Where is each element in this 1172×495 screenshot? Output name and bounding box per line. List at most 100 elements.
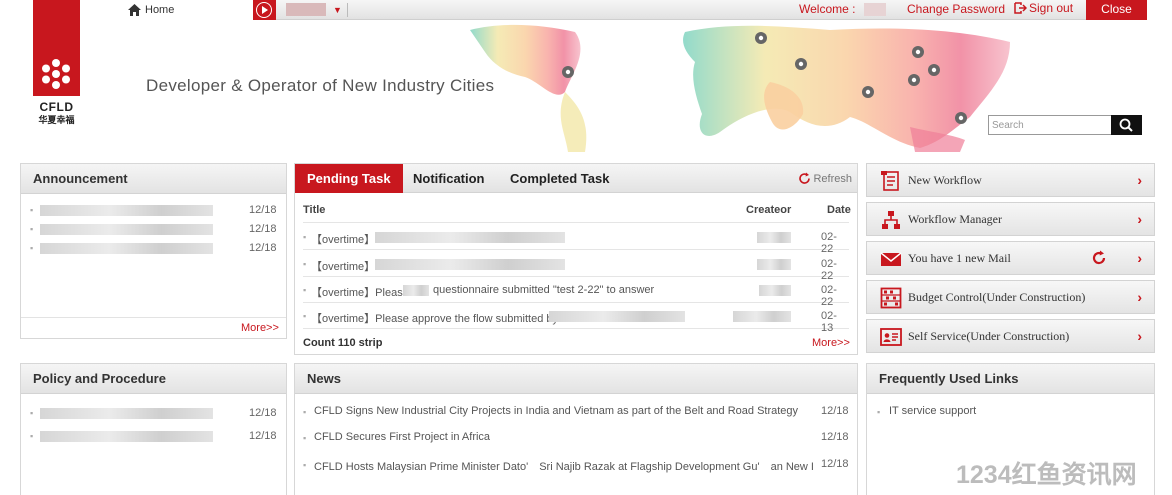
chevron-right-icon: › (1137, 289, 1142, 305)
news-headline: CFLD Secures First Project in Africa (314, 431, 491, 443)
menu-label: Budget Control(Under Construction) (908, 290, 1086, 304)
refresh-icon[interactable] (1091, 250, 1107, 266)
portal-page: CFLD 华夏幸福 Home Developer & Operator of N… (0, 0, 1172, 495)
task-title: 【overtime】Please (311, 287, 409, 299)
redacted-creator (757, 259, 791, 270)
logo-subtext: 华夏幸福 (38, 115, 75, 125)
close-button[interactable]: Close (1086, 0, 1147, 20)
budget-control-button[interactable]: Budget Control(Under Construction) › (866, 280, 1155, 314)
redacted-text (40, 205, 213, 216)
welcome-label: Welcome : (799, 2, 856, 16)
panel-divider (21, 317, 286, 318)
redacted-text (40, 408, 213, 419)
table-row[interactable]: ▪ 【overtime】Please questionnaire submitt… (303, 277, 849, 308)
redacted-creator (759, 285, 791, 296)
announcement-panel: Announcement ▪ 12/18 ▪ 12/18 ▪ 12/18 Mor… (20, 163, 287, 339)
chevron-right-icon: › (1137, 328, 1142, 344)
redacted-username (864, 3, 886, 16)
column-header-date: Date (827, 204, 851, 216)
refresh-label: Refresh (813, 172, 852, 185)
task-title: 【overtime】 (311, 261, 376, 273)
redacted-text (40, 431, 213, 442)
redacted-text (40, 224, 213, 235)
sign-out-label: Sign out (1029, 1, 1074, 15)
news-date: 12/18 (821, 458, 849, 470)
workflow-manager-button[interactable]: Workflow Manager › (866, 202, 1155, 236)
top-bar (253, 0, 1147, 20)
redacted-text (375, 232, 565, 243)
news-panel: News ▪ CFLD Signs New Industrial City Pr… (294, 363, 858, 495)
org-chart-icon (882, 211, 900, 229)
task-title-suffix: questionnaire submitted "test 2-22" to a… (433, 284, 655, 296)
task-more-link[interactable]: More>> (812, 337, 850, 349)
link-label: IT service support (889, 405, 977, 417)
table-row[interactable]: ▪ 【overtime】Please approve the flow subm… (303, 303, 849, 334)
menu-label: You have 1 new Mail (908, 251, 1011, 265)
menu-label: New Workflow (908, 173, 982, 187)
sign-out-icon (1014, 2, 1027, 14)
task-panel: Pending Task Notification Completed Task… (294, 163, 858, 355)
table-header-divider (303, 222, 849, 223)
new-mail-button[interactable]: You have 1 new Mail › (866, 241, 1155, 275)
news-date: 12/18 (821, 431, 849, 443)
logo-flower-icon (42, 59, 70, 89)
world-map-illustration (470, 24, 1010, 152)
logo-text: CFLD (39, 100, 74, 114)
policy-title: Policy and Procedure (21, 364, 286, 394)
redacted-creator (757, 232, 791, 243)
announcement-title: Announcement (21, 164, 286, 194)
new-workflow-button[interactable]: New Workflow › (866, 163, 1155, 197)
home-icon (128, 4, 141, 16)
table-row[interactable]: ▪ 【overtime】 02-22 (303, 251, 849, 282)
news-headline: CFLD Signs New Industrial City Projects … (314, 405, 799, 417)
table-row[interactable]: ▪ 【overtime】 02-22 (303, 224, 849, 255)
change-password-link[interactable]: Change Password (907, 2, 1005, 16)
news-title: News (295, 364, 857, 394)
redacted-creator (733, 311, 791, 322)
tab-completed-task[interactable]: Completed Task (510, 164, 609, 193)
home-label: Home (145, 4, 175, 16)
column-header-title: Title (303, 204, 326, 216)
mail-icon (880, 252, 902, 266)
links-title: Frequently Used Links (867, 364, 1154, 394)
self-service-button[interactable]: Self Service(Under Construction) › (866, 319, 1155, 353)
tab-pending-task[interactable]: Pending Task (295, 164, 403, 193)
document-icon (881, 171, 899, 191)
header: CFLD 华夏幸福 Home Developer & Operator of N… (0, 0, 1172, 155)
search-input[interactable] (989, 116, 1112, 134)
top-bar-divider (347, 3, 348, 17)
news-date: 12/18 (821, 405, 849, 417)
task-title: 【overtime】 (311, 234, 376, 246)
abacus-icon (880, 287, 902, 309)
search-icon (1119, 118, 1133, 132)
chevron-right-icon: › (1137, 172, 1142, 188)
search-button[interactable] (1111, 115, 1142, 135)
chevron-right-icon: › (1137, 211, 1142, 227)
item-date: 12/18 (249, 204, 277, 216)
column-header-creator: Createor (746, 204, 792, 216)
item-date: 12/18 (249, 242, 277, 254)
watermark-text: 1234红鱼资讯网 (956, 461, 1137, 489)
task-count: Count 110 strip (303, 337, 383, 349)
tagline: Developer & Operator of New Industry Cit… (146, 76, 495, 95)
news-headline: CFLD Hosts Malaysian Prime Minister Dato… (314, 461, 814, 473)
policy-panel: Policy and Procedure ▪ 12/18 ▪ 12/18 (20, 363, 287, 495)
item-date: 12/18 (249, 407, 277, 419)
announcement-more-link[interactable]: More>> (241, 322, 279, 334)
play-icon[interactable] (253, 0, 276, 20)
item-date: 12/18 (249, 430, 277, 442)
menu-label: Self Service(Under Construction) (908, 329, 1070, 343)
task-date: 02-13 (821, 310, 837, 334)
redacted-text (549, 311, 685, 322)
task-tabs: Pending Task Notification Completed Task… (295, 164, 857, 193)
menu-label: Workflow Manager (908, 212, 1003, 226)
chevron-right-icon: › (1137, 250, 1142, 266)
refresh-button[interactable]: Refresh (798, 172, 852, 185)
redacted-user-field[interactable] (286, 3, 326, 16)
home-link[interactable]: Home (128, 4, 174, 16)
tab-notification[interactable]: Notification (413, 164, 485, 193)
item-date: 12/18 (249, 223, 277, 235)
sign-out-link[interactable]: Sign out (1014, 1, 1073, 15)
id-card-icon (880, 328, 902, 346)
chevron-down-icon[interactable]: ▼ (333, 5, 342, 15)
